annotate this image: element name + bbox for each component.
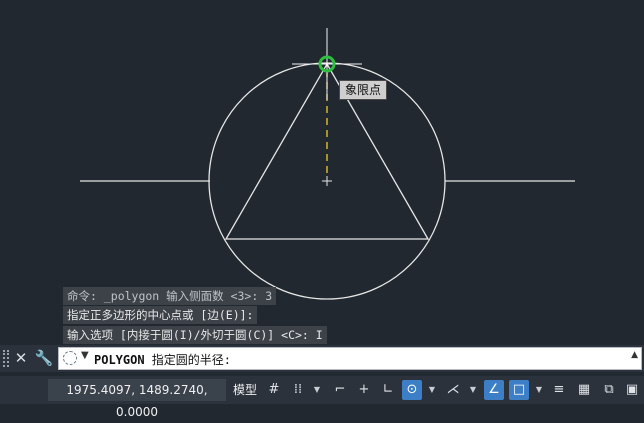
dynamic-input-icon[interactable]: + bbox=[354, 380, 374, 400]
command-history-line: 指定正多边形的中心点或 [边(E)]: bbox=[63, 306, 258, 324]
quadrant-snap-marker bbox=[318, 55, 336, 73]
center-point-marker bbox=[322, 176, 332, 186]
chevron-down-icon[interactable]: ▼ bbox=[81, 350, 89, 361]
snap-tooltip: 象限点 bbox=[339, 80, 387, 100]
close-icon[interactable]: ✕ bbox=[11, 348, 31, 368]
command-input[interactable]: ▼ POLYGON 指定圆的半径: ▲ bbox=[58, 347, 642, 370]
command-history-line: 命令: _polygon 输入侧面数 <3>: 3 bbox=[63, 287, 277, 305]
ortho-icon[interactable]: ∟ bbox=[378, 380, 398, 400]
selection-cycling-icon[interactable]: ⧉ bbox=[599, 380, 619, 400]
status-bar: 1975.4097, 1489.2740, 0.0000 模型 # ⁞⁞ ▼ ⌐… bbox=[0, 376, 644, 419]
grid-icon[interactable]: # bbox=[264, 380, 284, 400]
command-line-bar: ✕ 🔧 ▼ POLYGON 指定圆的半径: ▲ bbox=[0, 345, 644, 372]
command-history-line: 输入选项 [内接于圆(I)/外切于圆(C)] <C>: I bbox=[63, 326, 327, 344]
command-prompt-text: 指定圆的半径: bbox=[144, 353, 232, 367]
snap-dropdown[interactable]: ▼ bbox=[312, 380, 322, 400]
polar-icon[interactable]: ⊙ bbox=[402, 380, 422, 400]
coordinate-readout[interactable]: 1975.4097, 1489.2740, 0.0000 bbox=[48, 379, 226, 419]
command-prompt: POLYGON 指定圆的半径: bbox=[94, 351, 231, 368]
object-snap-tracking-icon[interactable]: ∠ bbox=[484, 380, 504, 400]
object-snap-dropdown[interactable]: ▼ bbox=[534, 380, 544, 400]
lineweight-icon[interactable]: ≡ bbox=[549, 380, 569, 400]
object-snap-icon[interactable]: □ bbox=[509, 380, 529, 400]
isodraft-dropdown[interactable]: ▼ bbox=[468, 380, 478, 400]
isodraft-icon[interactable]: ⋌ bbox=[443, 380, 463, 400]
polar-dropdown[interactable]: ▼ bbox=[427, 380, 437, 400]
command-name: POLYGON bbox=[94, 353, 145, 367]
3d-osnap-icon[interactable]: ▣ bbox=[622, 380, 642, 400]
drag-handle[interactable] bbox=[3, 350, 9, 367]
infer-constraints-icon[interactable]: ⌐ bbox=[330, 380, 350, 400]
transparency-icon[interactable]: ▦ bbox=[574, 380, 594, 400]
wrench-icon[interactable]: 🔧 bbox=[34, 348, 54, 368]
command-icon[interactable] bbox=[63, 351, 77, 365]
chevron-up-icon[interactable]: ▲ bbox=[631, 350, 638, 360]
model-space-button[interactable]: 模型 bbox=[230, 379, 260, 401]
snap-icon[interactable]: ⁞⁞ bbox=[288, 380, 308, 400]
